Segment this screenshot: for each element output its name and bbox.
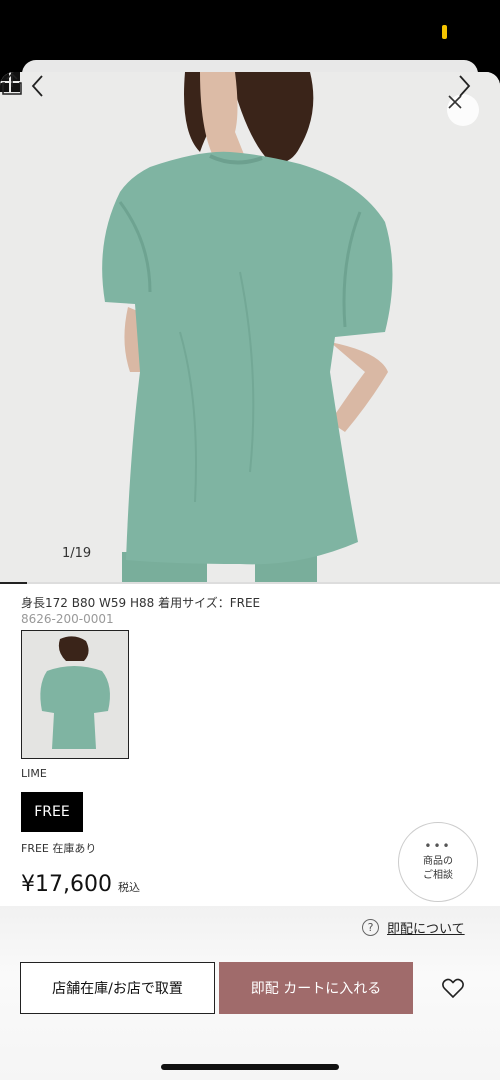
product-sheet: 1/19 身長172 B80 W59 H88 着用サイズ：FREE 8626-2… bbox=[0, 72, 500, 1080]
model-spec: 身長172 B80 W59 H88 着用サイズ：FREE bbox=[21, 596, 261, 610]
stock-status: FREE 在庫あり bbox=[21, 842, 97, 855]
image-counter: 1/19 bbox=[62, 546, 92, 561]
more-dots-icon: ••• bbox=[424, 839, 452, 853]
gallery-progress-fill bbox=[0, 582, 27, 584]
color-label: LIME bbox=[21, 767, 47, 780]
gallery-progress-bar bbox=[0, 582, 500, 584]
store-stock-button[interactable]: 店舗在庫/お店で取置 bbox=[20, 962, 215, 1014]
share-icon[interactable] bbox=[0, 72, 24, 96]
help-circle-icon: ? bbox=[362, 919, 379, 936]
status-bar bbox=[0, 0, 500, 60]
product-image-gallery[interactable]: 1/19 bbox=[0, 72, 500, 584]
home-indicator bbox=[161, 1064, 339, 1070]
product-sku: 8626-200-0001 bbox=[21, 612, 114, 626]
chevron-left-icon[interactable] bbox=[26, 72, 50, 100]
size-option-free[interactable]: FREE bbox=[21, 792, 83, 832]
thumbnail-photo bbox=[40, 636, 110, 749]
consult-label-line1: 商品の bbox=[423, 856, 453, 867]
product-photo bbox=[102, 72, 393, 584]
consult-label-line2: ご相談 bbox=[423, 870, 453, 881]
color-swatch-thumbnail[interactable] bbox=[21, 630, 129, 759]
sameday-info-label: 即配について bbox=[387, 922, 465, 937]
price-tax-label: 税込 bbox=[117, 881, 140, 894]
price-value: ¥17,600 bbox=[21, 872, 112, 897]
consult-button[interactable]: ••• 商品の ご相談 bbox=[398, 822, 478, 902]
heart-icon[interactable] bbox=[441, 976, 465, 1000]
price: ¥17,600 税込 bbox=[21, 872, 140, 897]
battery-icon bbox=[442, 25, 447, 39]
purchase-bar: ? 即配について 店舗在庫/お店で取置 即配 カートに入れる bbox=[0, 906, 500, 1080]
add-to-cart-button[interactable]: 即配 カートに入れる bbox=[219, 962, 413, 1014]
sameday-info-link[interactable]: ? 即配について bbox=[362, 918, 465, 937]
chevron-right-icon[interactable] bbox=[452, 72, 476, 100]
